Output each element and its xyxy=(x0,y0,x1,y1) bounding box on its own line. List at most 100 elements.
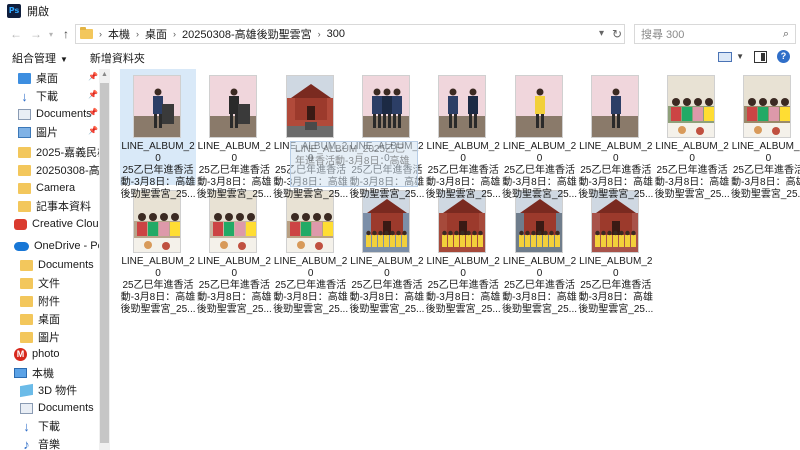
change-view-icon[interactable] xyxy=(718,51,733,62)
chevron-right-icon[interactable]: › xyxy=(136,29,139,39)
back-button[interactable]: ← xyxy=(6,24,26,44)
file-name-line: 後勁聖雲宮_25... xyxy=(501,189,578,200)
sidebar-item-label: 音樂 xyxy=(38,439,60,450)
sidebar-item[interactable]: 附件 xyxy=(20,292,110,310)
breadcrumb-event-folder[interactable]: 20250308-高雄後勁聖雲宮 xyxy=(182,26,312,42)
file-list: LINE_ALBUM_20 25乙巳年進香活 動-3月8日：高雄 後勁聖雲宮_25..… xyxy=(112,69,800,450)
address-dropdown-icon[interactable]: ▾ xyxy=(599,28,604,39)
file-name-line: 後勁聖雲宮_25... xyxy=(196,304,272,315)
file-item[interactable]: LINE_ALBUM_2025乙巳年進香活動-3月8日：高雄後勁聖雲宮_25..… xyxy=(196,69,272,200)
sidebar-item[interactable]: Camera xyxy=(18,179,110,197)
file-name-line: 25乙巳年進香活 xyxy=(580,165,652,176)
file-item[interactable]: LINE_ALBUM_2025乙巳年進香活動-3月8日：高雄後勁聖雲宮_25..… xyxy=(578,184,654,315)
music-icon: ♪ xyxy=(23,436,30,450)
sidebar-item[interactable]: 圖片 xyxy=(20,328,110,346)
file-name: LINE_ALBUM_2025乙巳年進香活動-3月8日：高雄後勁聖雲宮_25..… xyxy=(502,141,578,201)
file-item[interactable]: LINE_ALBUM_2025乙巳年進香活動-3月8日：高雄後勁聖雲宮_25..… xyxy=(120,184,196,315)
view-options-chevron-icon[interactable]: ▼ xyxy=(736,52,744,61)
sidebar-item[interactable]: ♪ 音樂 xyxy=(20,435,110,450)
sidebar-item[interactable]: 本機 xyxy=(14,364,110,382)
file-name: LINE_ALBUM_2025乙巳年進香活動-3月8日：高雄後勁聖雲宮_25..… xyxy=(578,256,654,316)
breadcrumb-desktop[interactable]: 桌面 xyxy=(145,26,167,42)
file-name-line: 25乙巳年進香活 xyxy=(122,280,194,291)
folder-icon xyxy=(18,164,31,176)
sidebar-item[interactable]: 記事本資料 xyxy=(18,197,110,215)
file-item[interactable]: LINE_ALBUM_2025乙巳年進香活動-3月8日：高雄後勁聖雲宮_25..… xyxy=(730,69,800,200)
file-name: LINE_ALBUM_2025乙巳年進香活動-3月8日：高雄後勁聖雲宮_25..… xyxy=(120,141,196,201)
organize-button[interactable]: 組合管理 ▼ xyxy=(12,50,68,66)
file-name-line: 動-3月8日：高雄 xyxy=(578,292,654,303)
file-name-line: LINE_ALBUM_20 xyxy=(579,256,653,279)
new-folder-button[interactable]: 新增資料夾 xyxy=(90,50,145,66)
scroll-up-icon[interactable]: ▲ xyxy=(100,69,109,81)
file-name-line: 動-3月8日：高雄 xyxy=(425,177,501,188)
sidebar-item[interactable]: 3D 物件 xyxy=(20,381,110,399)
file-name-line: 25乙巳年進香活 xyxy=(198,280,270,291)
chevron-right-icon[interactable]: › xyxy=(99,29,102,39)
file-item[interactable]: LINE_ALBUM_2025乙巳年進香活動-3月8日：高雄後勁聖雲宮_25..… xyxy=(502,184,578,315)
folder-icon xyxy=(80,27,93,39)
sidebar-item[interactable]: 文件 xyxy=(20,274,110,292)
file-item[interactable]: LINE_ALBUM_2025乙巳年進香活動-3月8日：高雄後勁聖雲宮_25..… xyxy=(120,69,196,200)
chevron-right-icon[interactable]: › xyxy=(173,29,176,39)
sidebar-item[interactable]: Documents xyxy=(20,399,110,417)
folder-icon xyxy=(18,146,31,158)
sidebar-item[interactable]: Mphoto xyxy=(14,345,110,363)
sidebar-item-label: 3D 物件 xyxy=(38,385,78,397)
sidebar-item[interactable]: 2025-嘉義民雄6 xyxy=(18,143,110,161)
scrollbar-thumb[interactable] xyxy=(100,83,109,443)
sidebar-scrollbar[interactable]: ▲ xyxy=(99,69,110,450)
file-name-line: 動-3月8日：高雄 xyxy=(273,292,348,303)
file-item[interactable]: LINE_ALBUM_2025乙巳年進香活動-3月8日：高雄後勁聖雲宮_25..… xyxy=(349,184,425,315)
image-thumbnail[interactable] xyxy=(285,75,334,138)
pin-icon: 📌 xyxy=(88,126,98,135)
file-item[interactable]: LINE_ALBUM_2025乙巳年進香活動-3月8日：高雄後勁聖雲宮_25..… xyxy=(578,69,654,200)
recent-locations-icon[interactable]: ▾ xyxy=(46,24,56,44)
refresh-icon[interactable]: ↻ xyxy=(612,27,622,41)
pin-icon: 📌 xyxy=(88,90,98,99)
file-name-line: 動-3月8日：高雄 xyxy=(502,177,577,188)
file-name-line: LINE_ALBUM_20 xyxy=(197,141,271,164)
sidebar-item[interactable]: ↓ 下載 xyxy=(20,417,110,435)
file-name-line: LINE_ALBUM_20 xyxy=(655,141,729,164)
file-item[interactable]: LINE_ALBUM_2025乙巳年進香活動-3月8日：高雄後勁聖雲宮_25..… xyxy=(425,184,501,315)
help-icon[interactable]: ? xyxy=(777,50,790,63)
chevron-down-icon: ▼ xyxy=(60,55,68,64)
breadcrumb-this-pc[interactable]: 本機 xyxy=(108,26,130,42)
search-input[interactable]: 搜尋 300 ⌕ xyxy=(634,24,796,44)
image-thumbnail[interactable] xyxy=(209,75,258,138)
file-name-line: LINE_ALBUM_20 xyxy=(273,256,348,279)
file-name: LINE_ALBUM_2025乙巳年進香活動-3月8日：高雄後勁聖雲宮_25..… xyxy=(654,141,730,201)
up-button[interactable]: ↑ xyxy=(56,24,76,44)
chevron-right-icon[interactable]: › xyxy=(318,29,321,39)
file-name-line: 動-3月8日：高雄 xyxy=(654,177,730,188)
forward-button[interactable]: → xyxy=(26,24,46,44)
sidebar-item[interactable]: Creative Cloud Fi xyxy=(14,215,110,233)
sidebar-item[interactable]: Documents xyxy=(20,256,110,274)
file-item[interactable]: LINE_ALBUM_2025乙巳年進香活動-3月8日：高雄後勁聖雲宮_25..… xyxy=(425,69,501,200)
file-item[interactable]: LINE_ALBUM_2025乙巳年進香活動-3月8日：高雄後勁聖雲宮_25..… xyxy=(654,69,730,200)
file-item[interactable]: LINE_ALBUM_2025乙巳年進香活動-3月8日：高雄後勁聖雲宮_25..… xyxy=(502,69,578,200)
file-name-line: LINE_ALBUM_20 xyxy=(350,256,424,279)
file-name-line: 25乙巳年進香活 xyxy=(427,280,499,291)
sidebar-item[interactable]: 20250308-高雄 xyxy=(18,161,110,179)
preview-pane-icon[interactable] xyxy=(754,50,767,63)
image-thumbnail[interactable] xyxy=(133,75,181,138)
sidebar-item[interactable]: 桌面 xyxy=(20,310,110,328)
command-bar: 組合管理 ▼ 新增資料夾 ▼ ? xyxy=(0,47,800,69)
file-name: LINE_ALBUM_2025乙巳年進香活動-3月8日：高雄後勁聖雲宮_25..… xyxy=(196,256,272,316)
address-bar[interactable]: › 本機 › 桌面 › 20250308-高雄後勁聖雲宮 › 300 ▾ ↻ xyxy=(75,24,625,44)
image-thumbnail[interactable] xyxy=(743,75,792,138)
file-name-line: LINE_ALBUM_20 xyxy=(502,141,577,164)
image-thumbnail[interactable] xyxy=(438,75,487,138)
image-thumbnail[interactable] xyxy=(667,75,716,138)
image-thumbnail[interactable] xyxy=(514,75,563,138)
sidebar-item[interactable]: OneDrive - Perso xyxy=(14,237,110,255)
organize-label: 組合管理 xyxy=(12,53,56,65)
image-thumbnail[interactable] xyxy=(361,75,410,138)
breadcrumb-current-folder[interactable]: 300 xyxy=(327,28,345,40)
file-name-line: 後勁聖雲宮_25... xyxy=(578,189,654,200)
image-thumbnail[interactable] xyxy=(590,75,639,138)
file-item[interactable]: LINE_ALBUM_2025乙巳年進香活動-3月8日：高雄後勁聖雲宮_25..… xyxy=(196,184,272,315)
file-item[interactable]: LINE_ALBUM_2025乙巳年進香活動-3月8日：高雄後勁聖雲宮_25..… xyxy=(273,184,349,315)
